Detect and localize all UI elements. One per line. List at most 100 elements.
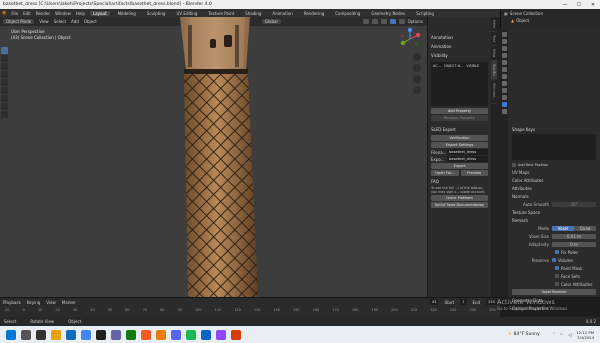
camera-view-icon[interactable] [413,75,421,83]
view-layer-props-icon[interactable] [501,53,507,58]
viewport-menu-add[interactable]: Add [71,19,79,24]
workspace-tab-texture-paint[interactable]: Texture Paint [205,11,237,16]
perspective-toggle-icon[interactable] [413,86,421,94]
add-cube-tool-icon[interactable] [1,111,8,118]
twitch-icon[interactable] [216,329,226,340]
preserve-volume-checkbox[interactable] [552,258,556,262]
mode-voxel-button[interactable]: Voxel [552,225,574,231]
minimize-button[interactable]: — [558,2,572,8]
options-menu[interactable]: Options [408,19,423,24]
mesh-data-props-icon[interactable] [501,102,507,107]
measure-tool-icon[interactable] [1,103,8,110]
overlay-toggle-icon[interactable] [362,19,369,24]
export-button[interactable]: Export [431,163,488,169]
menu-edit[interactable]: Edit [23,11,31,16]
section-texture-space[interactable]: Texture Space [501,208,600,216]
world-props-icon[interactable] [501,67,507,72]
outliner-scene-collection[interactable]: Scene Collection [510,11,543,16]
paint-mask-checkbox[interactable] [555,266,559,270]
add-property-button[interactable]: Add Property [431,108,488,114]
verification-button[interactable]: Verification [431,135,488,141]
terminal-icon[interactable] [96,329,106,340]
scene-props-icon[interactable] [501,60,507,65]
xbox-icon[interactable] [126,329,136,340]
color-attributes-checkbox[interactable] [555,282,559,286]
3d-viewport[interactable]: Object Mode View Select Add Object Globa… [0,17,427,297]
section-visibility[interactable]: Visibility [428,51,491,60]
auto-smooth-field[interactable]: 30° [552,201,596,207]
current-frame-field[interactable]: 43 [429,299,439,305]
material-props-icon[interactable] [501,109,507,114]
rotate-tool-icon[interactable] [1,71,8,78]
menu-help[interactable]: Help [76,11,85,16]
workspace-tab-animation[interactable]: Animation [269,11,295,16]
section-shape-keys[interactable]: Shape Keys [501,125,600,133]
documentation-button[interactable]: Social Tools Documentation [431,202,488,208]
viewport-menu-object[interactable]: Object [84,19,97,24]
tray-chevron-icon[interactable]: ˄ [553,332,555,337]
volume-icon[interactable]: ◁ [568,332,571,337]
move-tool-icon[interactable] [1,63,8,70]
adaptivity-field[interactable]: 0 m [552,241,596,247]
remove-property-button[interactable]: Remove Property [431,115,488,121]
filename-field[interactable]: basethet_dress [447,149,488,155]
workspace-tab-shading[interactable]: Shading [242,11,264,16]
pan-hand-icon[interactable] [413,64,421,72]
outliner-item-object[interactable]: Object [516,18,529,23]
workspace-tab-modeling[interactable]: Modeling [115,11,139,16]
export-settings-button[interactable]: Export Settings [431,142,488,148]
close-button[interactable]: ✕ [586,2,600,8]
spotify-icon[interactable] [186,329,196,340]
annotate-tool-icon[interactable] [1,95,8,102]
wifi-icon[interactable]: ◠ [560,332,564,337]
mode-selector[interactable]: Object Mode [3,19,35,24]
timeline-menu-keying[interactable]: Keying [27,300,40,305]
workspace-tab-layout[interactable]: Layout [89,10,110,16]
material-shading-icon[interactable] [389,19,396,24]
weather-widget[interactable]: ☀ 84°F Sunny [508,332,540,337]
chrome-icon[interactable] [81,329,91,340]
rendered-shading-icon[interactable] [398,19,405,24]
maximize-button[interactable]: ☐ [572,2,586,8]
zoom-icon[interactable] [413,53,421,61]
workspace-tab-sculpting[interactable]: Sculpting [144,11,169,16]
sidebar-tab-view[interactable]: View [491,46,497,62]
preview-button[interactable]: Preview [460,170,488,176]
menu-window[interactable]: Window [55,11,71,16]
search-icon[interactable] [21,329,31,340]
blender-taskbar-icon[interactable] [156,329,166,340]
section-faq[interactable]: FAQ [428,177,491,186]
end-frame-field[interactable]: 250 [486,299,497,305]
timeline-menu-marker[interactable]: Marker [62,300,76,305]
add-rest-position-checkbox[interactable] [512,162,516,167]
section-remesh[interactable]: Remesh [501,216,600,224]
viewport-menu-view[interactable]: View [39,19,49,24]
export-name-field[interactable]: basethet_dress [447,156,488,162]
fix-poles-checkbox[interactable] [555,250,559,254]
start-frame-field[interactable]: 1 [460,299,467,305]
voxel-size-field[interactable]: 0.01 m [552,233,596,239]
mode-quad-button[interactable]: Quad [574,225,596,231]
viewport-menu-select[interactable]: Select [54,19,66,24]
teams-icon[interactable] [111,329,121,340]
app-icon[interactable] [141,329,151,340]
select-box-icon[interactable] [1,47,8,54]
output-props-icon[interactable] [501,46,507,51]
sidebar-tab-skinned[interactable]: Skinned... [491,80,497,105]
store-icon[interactable] [201,329,211,340]
section-animation[interactable]: Animation [428,42,491,51]
sidebar-tab-item[interactable]: Item [491,17,497,32]
modifier-props-icon[interactable] [501,81,507,86]
edge-browser-icon[interactable] [66,329,76,340]
start-menu-icon[interactable] [6,329,16,340]
voxel-remesh-button[interactable]: Voxel Remesh [512,289,596,295]
property-list[interactable]: AC... OBJECT N... VISIBLE [431,62,488,106]
shape-keys-list[interactable] [512,134,596,160]
section-annotation[interactable]: Annotation [428,33,491,42]
dress-model[interactable] [150,17,310,297]
discord-icon[interactable] [171,329,181,340]
sidebar-tab-sledex[interactable]: SledEx [491,61,497,80]
tool-props-icon[interactable] [501,32,507,37]
quick-platform-button[interactable]: Quick Platform [431,195,488,201]
physics-props-icon[interactable] [501,88,507,93]
